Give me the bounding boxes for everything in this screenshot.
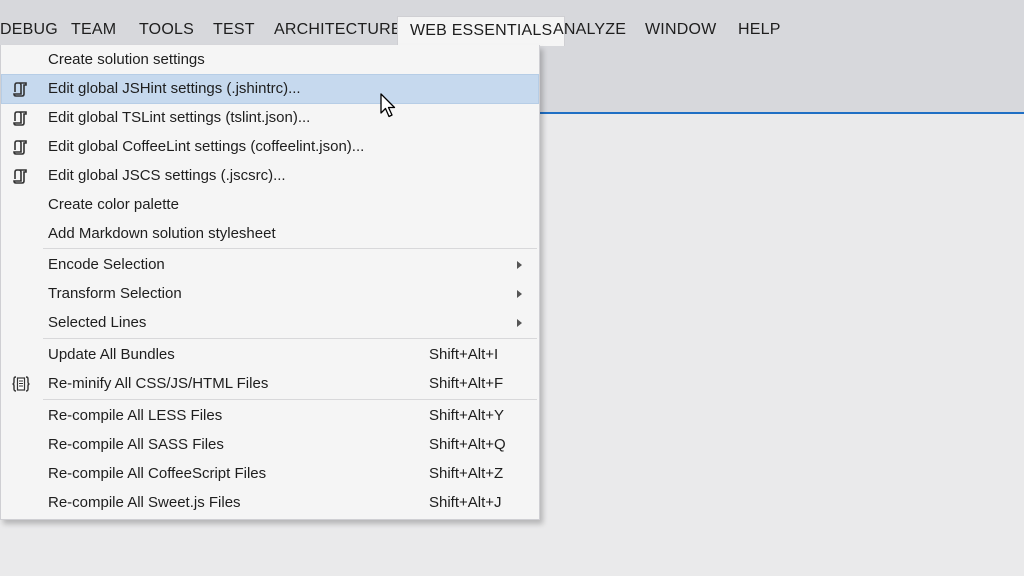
menu-team[interactable]: TEAM — [71, 16, 116, 44]
menu-item-label: Edit global TSLint settings (tslint.json… — [48, 109, 311, 126]
menu-test[interactable]: TEST — [213, 16, 255, 44]
menu-web-essentials[interactable]: WEB ESSENTIALS — [397, 16, 566, 46]
menu-item-recompile-sweetjs[interactable]: Re-compile All Sweet.js Files Shift+Alt+… — [2, 489, 538, 517]
menu-bar: DEBUG TEAM TOOLS TEST ARCHITECTURE WEB E… — [0, 16, 1024, 46]
menu-item-edit-jshint-settings[interactable]: Edit global JSHint settings (.jshintrc).… — [1, 74, 539, 104]
settings-file-icon — [13, 140, 27, 155]
settings-file-icon — [13, 82, 27, 97]
menu-item-label: Encode Selection — [48, 256, 165, 273]
menu-item-selected-lines[interactable]: Selected Lines — [2, 309, 538, 337]
menu-separator — [43, 399, 537, 400]
menu-item-edit-jscs-settings[interactable]: Edit global JSCS settings (.jscsrc)... — [2, 162, 538, 190]
menu-analyze[interactable]: ANALYZE — [553, 16, 626, 44]
menu-tools[interactable]: TOOLS — [139, 16, 194, 44]
menu-item-label: Transform Selection — [48, 285, 182, 302]
active-tab-accent-line — [540, 112, 1024, 114]
menu-help[interactable]: HELP — [738, 16, 781, 44]
submenu-arrow-icon — [517, 261, 522, 269]
menu-item-create-solution-settings[interactable]: Create solution settings — [2, 46, 538, 74]
menu-item-label: Re-minify All CSS/JS/HTML Files — [48, 375, 269, 392]
web-essentials-dropdown-menu: Create solution settings Edit global JSH… — [0, 45, 540, 520]
menu-item-edit-coffeelint-settings[interactable]: Edit global CoffeeLint settings (coffeel… — [2, 133, 538, 161]
menu-item-label: Create color palette — [48, 196, 179, 213]
submenu-arrow-icon — [517, 290, 522, 298]
menu-item-label: Re-compile All CoffeeScript Files — [48, 465, 267, 482]
menu-item-label: Edit global JSHint settings (.jshintrc).… — [48, 80, 301, 97]
mouse-pointer-icon — [380, 93, 396, 118]
menu-item-label: Re-compile All LESS Files — [48, 407, 223, 424]
menu-item-shortcut: Shift+Alt+I — [429, 346, 499, 363]
menu-item-reminify-all[interactable]: Re-minify All CSS/JS/HTML Files Shift+Al… — [2, 370, 538, 398]
menu-item-add-markdown-stylesheet[interactable]: Add Markdown solution stylesheet — [2, 220, 538, 248]
menu-window[interactable]: WINDOW — [645, 16, 716, 44]
menu-item-update-all-bundles[interactable]: Update All Bundles Shift+Alt+I — [2, 341, 538, 369]
menu-item-shortcut: Shift+Alt+Q — [429, 436, 506, 453]
menu-item-label: Edit global CoffeeLint settings (coffeel… — [48, 138, 365, 155]
minify-braces-icon — [12, 376, 30, 392]
menu-separator — [43, 338, 537, 339]
menu-item-label: Selected Lines — [48, 314, 147, 331]
menu-item-transform-selection[interactable]: Transform Selection — [2, 280, 538, 308]
menu-debug[interactable]: DEBUG — [0, 16, 58, 44]
menu-item-encode-selection[interactable]: Encode Selection — [2, 251, 538, 279]
settings-file-icon — [13, 111, 27, 126]
menu-item-create-color-palette[interactable]: Create color palette — [2, 191, 538, 219]
menu-item-label: Create solution settings — [48, 51, 205, 68]
menu-architecture[interactable]: ARCHITECTURE — [274, 16, 402, 44]
menu-item-shortcut: Shift+Alt+F — [429, 375, 504, 392]
settings-file-icon — [13, 169, 27, 184]
menu-item-shortcut: Shift+Alt+Y — [429, 407, 505, 424]
menu-separator — [43, 248, 537, 249]
menu-item-label: Re-compile All Sweet.js Files — [48, 494, 241, 511]
menu-item-recompile-less[interactable]: Re-compile All LESS Files Shift+Alt+Y — [2, 402, 538, 430]
menu-item-recompile-sass[interactable]: Re-compile All SASS Files Shift+Alt+Q — [2, 431, 538, 459]
menu-item-label: Edit global JSCS settings (.jscsrc)... — [48, 167, 286, 184]
menu-item-label: Update All Bundles — [48, 346, 175, 363]
menu-item-label: Re-compile All SASS Files — [48, 436, 224, 453]
menu-item-recompile-coffeescript[interactable]: Re-compile All CoffeeScript Files Shift+… — [2, 460, 538, 488]
menu-item-shortcut: Shift+Alt+Z — [429, 465, 504, 482]
menu-item-shortcut: Shift+Alt+J — [429, 494, 502, 511]
menu-item-label: Add Markdown solution stylesheet — [48, 225, 276, 242]
ide-window: DEBUG TEAM TOOLS TEST ARCHITECTURE WEB E… — [0, 0, 1024, 576]
submenu-arrow-icon — [517, 319, 522, 327]
menu-item-edit-tslint-settings[interactable]: Edit global TSLint settings (tslint.json… — [2, 104, 538, 132]
